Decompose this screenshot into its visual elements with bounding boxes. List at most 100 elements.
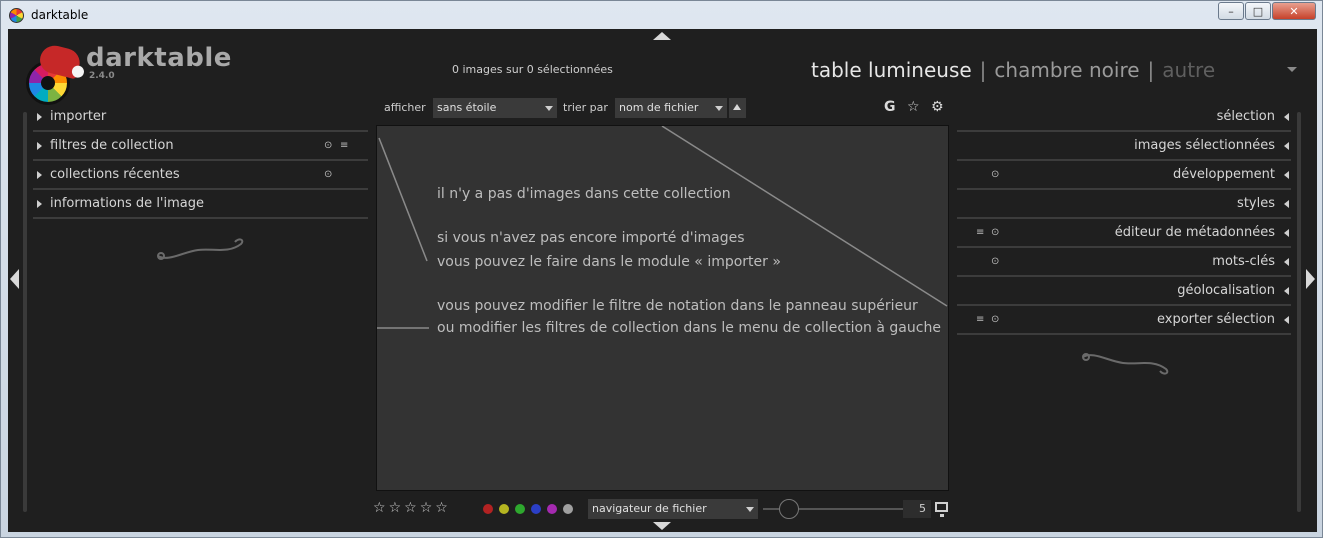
color-label-purple[interactable] — [547, 504, 557, 514]
layout-value: navigateur de fichier — [592, 502, 707, 515]
maximize-button[interactable]: □ — [1245, 2, 1271, 20]
color-label-grey[interactable] — [563, 504, 573, 514]
layout-dropdown[interactable]: navigateur de fichier — [588, 499, 758, 519]
minimize-button[interactable]: – — [1218, 2, 1244, 20]
module-styles[interactable]: styles — [957, 190, 1291, 219]
view-darkroom[interactable]: chambre noire — [994, 58, 1139, 82]
module-history-stack[interactable]: ⊙ développement — [957, 161, 1291, 190]
module-label: développement — [1172, 167, 1275, 182]
import-hint-message-2: vous pouvez le faire dans le module « im… — [437, 254, 781, 270]
collapse-bottom-panel-arrow-icon[interactable] — [653, 522, 671, 530]
expand-arrow-icon — [37, 171, 42, 179]
star-1-icon[interactable]: ☆ — [373, 500, 386, 516]
color-label-red[interactable] — [483, 504, 493, 514]
close-button[interactable]: ✕ — [1272, 2, 1316, 20]
view-separator: | — [1147, 58, 1155, 82]
collapse-top-panel-arrow-icon[interactable] — [653, 32, 671, 40]
empty-collection-message: il n'y a pas d'images dans cette collect… — [437, 186, 731, 202]
sort-order-dropdown[interactable]: nom de fichier — [615, 98, 727, 118]
module-importer[interactable]: importer — [33, 103, 368, 132]
module-selection[interactable]: sélection — [957, 103, 1291, 132]
module-recent-collections[interactable]: collections récentes ⊙ — [33, 161, 368, 190]
chevron-down-icon — [746, 507, 754, 512]
version-label: 2.4.0 — [89, 71, 115, 81]
zoom-entry[interactable]: 5 — [903, 500, 931, 518]
module-metadata-editor[interactable]: ≡ ⊙ éditeur de métadonnées — [957, 219, 1291, 248]
rating-filter-value: sans étoile — [437, 101, 497, 114]
module-export-selected[interactable]: ≡ ⊙ exporter sélection — [957, 306, 1291, 335]
right-flourish-icon — [1082, 353, 1169, 375]
module-image-information[interactable]: informations de l'image — [33, 190, 368, 219]
sort-direction-button[interactable] — [729, 98, 746, 118]
expand-arrow-icon — [1284, 287, 1289, 295]
gear-icon[interactable]: ⚙ — [931, 99, 944, 115]
collapse-right-panel-arrow-icon[interactable] — [1306, 269, 1315, 289]
view-separator: | — [979, 58, 987, 82]
module-label: images sélectionnées — [1134, 138, 1275, 153]
left-panel: importer filtres de collection ⊙ ≡ colle… — [33, 103, 368, 219]
expand-arrow-icon — [37, 113, 42, 121]
expand-arrow-icon — [37, 200, 42, 208]
module-label: géolocalisation — [1177, 283, 1275, 298]
zoom-slider-handle[interactable] — [779, 499, 799, 519]
app-window: darktable – □ ✕ darktable 2.4.0 0 images… — [0, 0, 1323, 538]
presets-icon[interactable]: ≡ — [976, 227, 984, 238]
reset-icon[interactable]: ⊙ — [324, 169, 332, 180]
sort-order-value: nom de fichier — [619, 101, 699, 114]
view-switcher: table lumineuse | chambre noire | autre — [811, 58, 1215, 82]
module-geotagging[interactable]: géolocalisation — [957, 277, 1291, 306]
color-labels — [483, 504, 579, 514]
rating-filter-dropdown[interactable]: sans étoile — [433, 98, 557, 118]
presets-icon[interactable]: ≡ — [976, 314, 984, 325]
right-panel: sélection images sélectionnées ⊙ dévelop… — [957, 103, 1291, 335]
presets-icon[interactable]: ≡ — [340, 140, 348, 151]
expand-arrow-icon — [1284, 171, 1289, 179]
reset-icon[interactable]: ⊙ — [991, 256, 999, 267]
reset-icon[interactable]: ⊙ — [991, 314, 999, 325]
expand-arrow-icon — [1284, 142, 1289, 150]
collection-filter-hint-message: ou modifier les filtres de collection da… — [437, 320, 941, 336]
reset-icon[interactable]: ⊙ — [991, 227, 999, 238]
show-filter-label: afficher — [384, 101, 426, 114]
module-tagging[interactable]: ⊙ mots-clés — [957, 248, 1291, 277]
image-count-label: 0 images sur 0 sélectionnées — [452, 63, 613, 76]
chevron-down-icon — [545, 106, 553, 111]
view-other[interactable]: autre — [1162, 58, 1215, 82]
star-overlay-icon[interactable]: ☆ — [907, 99, 920, 115]
left-panel-scrollbar[interactable] — [23, 112, 27, 512]
views-dropdown-icon[interactable] — [1287, 67, 1297, 72]
expand-arrow-icon — [1284, 316, 1289, 324]
expand-arrow-icon — [1284, 200, 1289, 208]
module-label: éditeur de métadonnées — [1114, 225, 1275, 240]
reset-icon[interactable]: ⊙ — [324, 140, 332, 151]
star-3-icon[interactable]: ☆ — [404, 500, 417, 516]
lighttable-center-view[interactable]: il n'y a pas d'images dans cette collect… — [376, 125, 949, 491]
sort-by-label: trier par — [563, 101, 608, 114]
star-2-icon[interactable]: ☆ — [389, 500, 402, 516]
chevron-down-icon — [715, 106, 723, 111]
color-label-blue[interactable] — [531, 504, 541, 514]
rating-stars: ☆ ☆ ☆ ☆ ☆ — [373, 500, 451, 516]
module-label: importer — [50, 109, 107, 124]
import-hint-message: si vous n'avez pas encore importé d'imag… — [437, 230, 745, 246]
expand-arrow-icon — [1284, 229, 1289, 237]
monitor-icon[interactable] — [935, 502, 948, 517]
module-label: sélection — [1216, 109, 1275, 124]
brand-name: darktable — [86, 43, 232, 73]
star-5-icon[interactable]: ☆ — [435, 500, 448, 516]
left-flourish-icon — [157, 238, 244, 260]
module-collection-filters[interactable]: filtres de collection ⊙ ≡ — [33, 132, 368, 161]
right-panel-scrollbar[interactable] — [1297, 112, 1301, 512]
collapse-left-panel-arrow-icon[interactable] — [10, 269, 19, 289]
view-lighttable[interactable]: table lumineuse — [811, 58, 972, 82]
star-4-icon[interactable]: ☆ — [420, 500, 433, 516]
module-selected-images[interactable]: images sélectionnées — [957, 132, 1291, 161]
window-controls: – □ ✕ — [1217, 2, 1316, 20]
reset-icon[interactable]: ⊙ — [991, 169, 999, 180]
color-label-yellow[interactable] — [499, 504, 509, 514]
module-label: collections récentes — [50, 167, 180, 182]
grouping-icon[interactable]: G — [884, 99, 896, 115]
title-bar[interactable]: darktable – □ ✕ — [1, 1, 1322, 29]
darktable-client-area: darktable 2.4.0 0 images sur 0 sélection… — [8, 29, 1317, 532]
color-label-green[interactable] — [515, 504, 525, 514]
